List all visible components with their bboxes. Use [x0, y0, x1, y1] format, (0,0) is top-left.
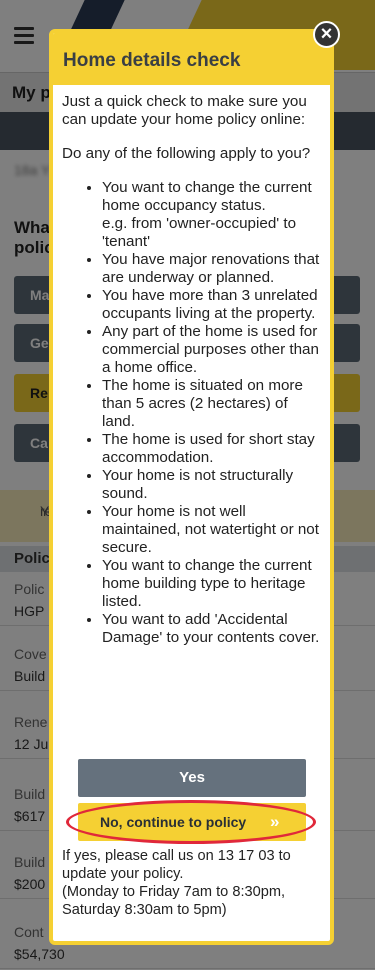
list-item: Your home is not well maintained, not wa…: [102, 503, 320, 557]
list-item: The home is situated on more than 5 acre…: [102, 377, 320, 431]
close-icon[interactable]: ×: [313, 21, 340, 48]
list-item: You have more than 3 unrelated occupants…: [102, 287, 320, 323]
highlight-circle: [66, 800, 316, 844]
contact-line: If yes, please call us on 13 17 03 to up…: [62, 848, 291, 882]
question-text: Do any of the following apply to you?: [62, 145, 311, 162]
list-item: Any part of the home is used for commerc…: [102, 323, 320, 377]
list-item: You want to change the current home buil…: [102, 557, 320, 611]
list-item: You want to change the current home occu…: [102, 179, 320, 251]
hours-line: (Monday to Friday 7am to 8:30pm, Saturda…: [62, 884, 286, 918]
list-item: You have major renovations that are unde…: [102, 251, 320, 287]
modal-body: Just a quick check to make sure you can …: [62, 93, 320, 647]
contact-note: If yes, please call us on 13 17 03 to up…: [62, 847, 324, 919]
yes-button[interactable]: Yes: [78, 759, 306, 797]
intro-text: Just a quick check to make sure you can …: [62, 93, 307, 128]
list-item: The home is used for short stay accommod…: [102, 431, 320, 467]
list-item: Your home is not structurally sound.: [102, 467, 320, 503]
modal-title: Home details check: [63, 50, 241, 71]
list-item: You want to add 'Accidental Damage' to y…: [102, 611, 320, 647]
conditions-list: You want to change the current home occu…: [62, 179, 320, 647]
modal-header: Home details check: [53, 33, 330, 85]
